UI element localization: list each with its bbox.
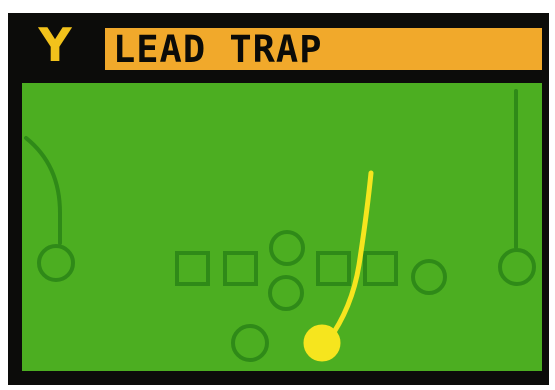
right-receiver-circle: [498, 248, 536, 286]
quarterback-circle: [268, 275, 304, 311]
play-diagram-field: [22, 83, 542, 371]
play-header: Y LEAD TRAP: [8, 13, 549, 75]
fullback-circle: [231, 324, 269, 362]
left-receiver-route: [24, 136, 62, 245]
play-title-bar: LEAD TRAP: [105, 28, 542, 70]
offensive-lineman-square: [363, 251, 398, 286]
tight-end-circle: [411, 259, 447, 295]
ball-carrier-circle: [303, 324, 341, 362]
center-circle: [269, 230, 305, 266]
offensive-lineman-square: [223, 251, 258, 286]
offensive-lineman-square: [175, 251, 210, 286]
play-diagram: [24, 89, 536, 362]
controller-button-label: Y: [38, 18, 72, 72]
play-card: Y LEAD TRAP: [8, 13, 549, 385]
offensive-lineman-square: [316, 251, 351, 286]
play-name: LEAD TRAP: [113, 27, 323, 71]
left-receiver-circle: [37, 244, 75, 282]
